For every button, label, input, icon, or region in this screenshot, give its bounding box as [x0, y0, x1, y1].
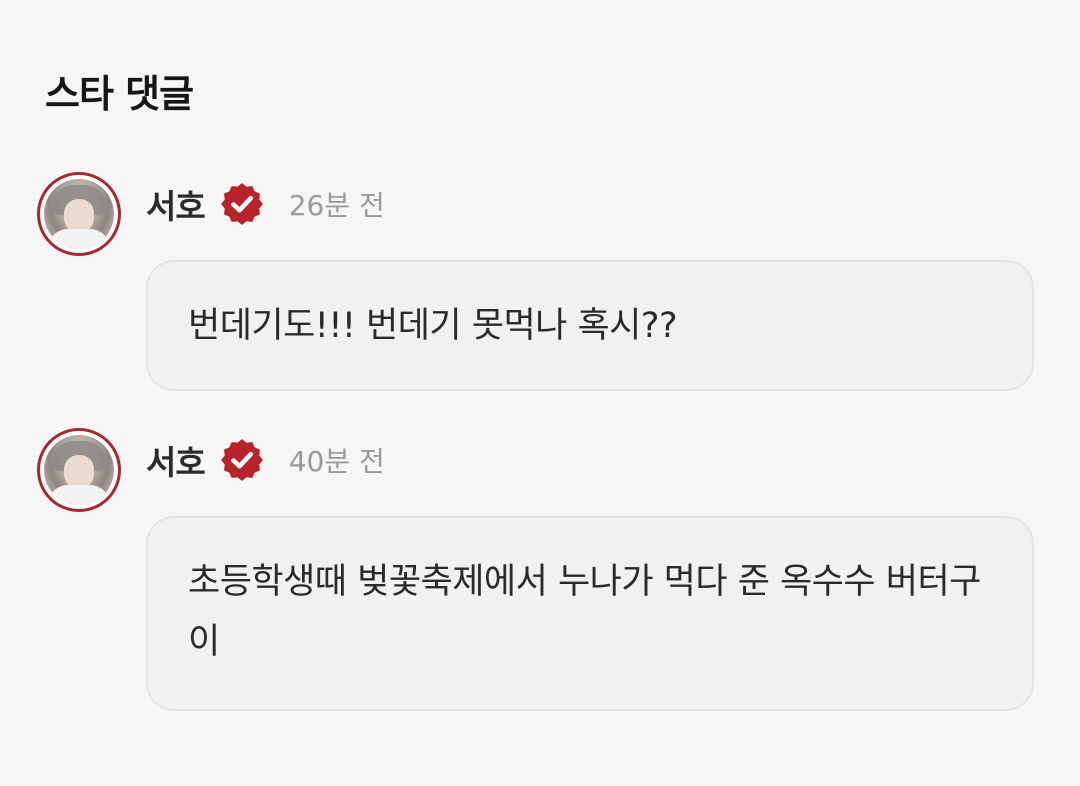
verified-badge-icon — [220, 183, 263, 225]
section-title: 스타 댓글 — [45, 72, 194, 116]
comment-header: 서호 40분 전 — [146, 438, 385, 482]
avatar-image — [44, 435, 114, 505]
verified-badge-icon — [220, 439, 263, 481]
avatar[interactable] — [37, 172, 121, 256]
comment-timestamp: 26분 전 — [288, 189, 385, 222]
avatar-image — [44, 179, 114, 249]
comment-bubble: 번데기도!!! 번데기 못먹나 혹시?? — [146, 260, 1034, 391]
comment-bubble: 초등학생때 벚꽃축제에서 누나가 먹다 준 옥수수 버터구이 — [146, 516, 1034, 711]
comment-header: 서호 26분 전 — [146, 182, 385, 226]
author-name[interactable]: 서호 — [146, 180, 206, 228]
avatar[interactable] — [37, 428, 121, 512]
author-name[interactable]: 서호 — [146, 436, 206, 484]
comment-timestamp: 40분 전 — [288, 445, 385, 478]
